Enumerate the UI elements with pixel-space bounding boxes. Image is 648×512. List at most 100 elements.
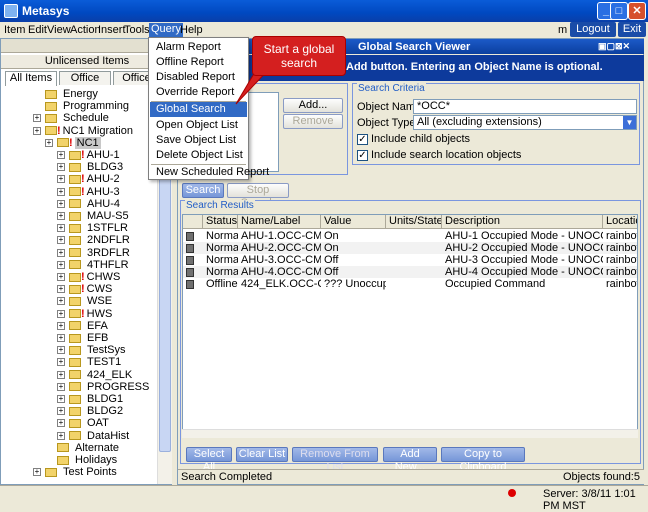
expand-icon[interactable]: + (57, 309, 65, 318)
tree-node[interactable]: Energy (33, 88, 98, 100)
object-type-select[interactable]: All (excluding extensions) ▼ (413, 115, 637, 130)
viewer-window-icons[interactable]: ▣▢⊠✕ (598, 41, 630, 52)
expand-icon[interactable]: + (57, 212, 65, 221)
remove-from-list-button[interactable]: Remove From List (292, 447, 378, 473)
expand-icon[interactable]: + (57, 395, 65, 404)
table-row[interactable]: NormalAHU-1.OCC-CMDOn AHU-1 Occupied Mode… (183, 230, 637, 242)
expand-icon[interactable]: + (33, 114, 41, 123)
tree-node[interactable]: +3RDFLR (57, 247, 130, 259)
menu-override-report[interactable]: Override Report (150, 85, 247, 100)
expand-icon[interactable]: + (57, 297, 65, 306)
tree-node[interactable]: +! NC1 (45, 136, 101, 149)
tree-node[interactable]: +! AHU-2 (57, 173, 120, 185)
column-header-location[interactable]: Location (603, 215, 637, 229)
stop-search-button[interactable]: Stop Search (227, 183, 289, 209)
tree-node[interactable]: +! NC1 Migration (33, 125, 133, 137)
expand-icon[interactable]: + (57, 431, 65, 440)
tree-node[interactable]: Holidays (45, 454, 117, 466)
menu-tools[interactable]: Tools (124, 24, 150, 36)
tree-node[interactable]: + EFA (57, 320, 108, 332)
clear-list-button[interactable]: Clear List (236, 447, 288, 462)
expand-icon[interactable]: + (57, 187, 65, 196)
tree-node[interactable]: +! CWS (57, 283, 112, 295)
maximize-button[interactable]: □ (610, 2, 628, 20)
add-new-button[interactable]: Add New... (383, 447, 437, 473)
menu-save-object-list[interactable]: Save Object List (150, 133, 247, 148)
object-name-input[interactable]: *OCC* (413, 99, 637, 114)
tree-node[interactable]: + MAU-S5 (57, 210, 129, 222)
expand-icon[interactable]: + (57, 273, 65, 282)
close-button[interactable]: ✕ (628, 2, 646, 20)
alarm-indicator-icon[interactable] (508, 489, 516, 497)
menu-edit[interactable]: Edit (28, 24, 47, 36)
expand-icon[interactable]: + (57, 346, 65, 355)
menu-open-object-list[interactable]: Open Object List (150, 118, 247, 133)
column-header-icon[interactable] (183, 215, 203, 229)
menu-delete-object-list[interactable]: Delete Object List (150, 148, 247, 163)
copy-to-clipboard-button[interactable]: Copy to Clipboard (441, 447, 525, 473)
menu-item[interactable]: Item (4, 24, 25, 36)
tree-node[interactable]: +! AHU-1 (57, 149, 120, 161)
tree-node[interactable]: + BLDG3 (57, 161, 123, 173)
menu-disabled-report[interactable]: Disabled Report (150, 70, 247, 85)
expand-icon[interactable]: + (57, 175, 65, 184)
tab-all-items[interactable]: All Items (5, 71, 57, 86)
results-horizontal-scrollbar[interactable] (182, 429, 638, 438)
expand-icon[interactable]: + (57, 236, 65, 245)
expand-icon[interactable]: + (57, 358, 65, 367)
expand-icon[interactable]: + (57, 382, 65, 391)
select-all-button[interactable]: Select All (186, 447, 232, 473)
tree-node[interactable]: +1STFLR (57, 222, 128, 234)
tree-node[interactable]: +! HWS (57, 308, 112, 320)
tree-node[interactable]: +2NDFLR (57, 234, 130, 246)
column-header-units[interactable]: Units/States (386, 215, 442, 229)
tree-node[interactable]: + Schedule (33, 112, 109, 124)
add-button[interactable]: Add... (283, 98, 343, 113)
tree-node[interactable]: Programming (33, 100, 129, 112)
menu-help[interactable]: Help (180, 24, 203, 36)
tree-node[interactable]: + EFB (57, 332, 108, 344)
expand-icon[interactable]: + (57, 407, 65, 416)
expand-icon[interactable]: + (57, 151, 65, 160)
menu-alarm-report[interactable]: Alarm Report (150, 40, 247, 55)
menu-action[interactable]: Action (70, 24, 101, 36)
chevron-down-icon[interactable]: ▼ (623, 116, 636, 129)
menu-global-search[interactable]: Global Search (150, 102, 247, 117)
column-header-status[interactable]: Status (203, 215, 238, 229)
exit-button[interactable]: Exit (618, 22, 646, 37)
tree-node[interactable]: +424_ELK (57, 369, 132, 381)
table-row[interactable]: NormalAHU-4.OCC-CMDOff AHU-4 Occupied Mod… (183, 266, 637, 278)
expand-icon[interactable]: + (57, 419, 65, 428)
expand-icon[interactable]: + (57, 224, 65, 233)
expand-icon[interactable]: + (57, 199, 65, 208)
include-child-checkbox[interactable]: ✓ (357, 134, 368, 145)
menu-insert[interactable]: Insert (98, 24, 126, 36)
table-row[interactable]: NormalAHU-2.OCC-CMDOn AHU-2 Occupied Mode… (183, 242, 637, 254)
tree-node[interactable]: + AHU-4 (57, 198, 120, 210)
tree-node[interactable]: + Test Points (33, 466, 117, 478)
menu-new-scheduled-report[interactable]: New Scheduled Report (150, 165, 269, 180)
table-row[interactable]: NormalAHU-3.OCC-CMDOff AHU-3 Occupied Mod… (183, 254, 637, 266)
expand-icon[interactable]: + (57, 285, 65, 294)
tree-node[interactable]: +! CHWS (57, 271, 120, 283)
expand-icon[interactable]: + (33, 468, 41, 477)
expand-icon[interactable]: + (57, 163, 65, 172)
expand-icon[interactable]: + (57, 370, 65, 379)
tree-node[interactable]: + WSE (57, 295, 112, 307)
expand-icon[interactable]: + (57, 248, 65, 257)
expand-icon[interactable]: + (45, 138, 53, 147)
column-header-value[interactable]: Value (321, 215, 386, 229)
logout-button[interactable]: Logout (570, 22, 616, 37)
table-row[interactable]: Offline424_ELK.OCC-CMD??? Unoccupied Occu… (183, 278, 637, 290)
remove-button[interactable]: Remove (283, 114, 343, 129)
column-header-name[interactable]: Name/Label (238, 215, 321, 229)
tree-node[interactable]: + PROGRESS (57, 381, 149, 393)
menu-view[interactable]: View (47, 24, 71, 36)
expand-icon[interactable]: + (57, 334, 65, 343)
tree-node[interactable]: + BLDG1 (57, 393, 123, 405)
tree-node[interactable]: Alternate (45, 442, 119, 454)
menu-query[interactable]: Query (149, 23, 183, 38)
tree-node[interactable]: + DataHist (57, 430, 129, 442)
menu-offline-report[interactable]: Offline Report (150, 55, 247, 70)
tree-node[interactable]: + OAT (57, 417, 109, 429)
